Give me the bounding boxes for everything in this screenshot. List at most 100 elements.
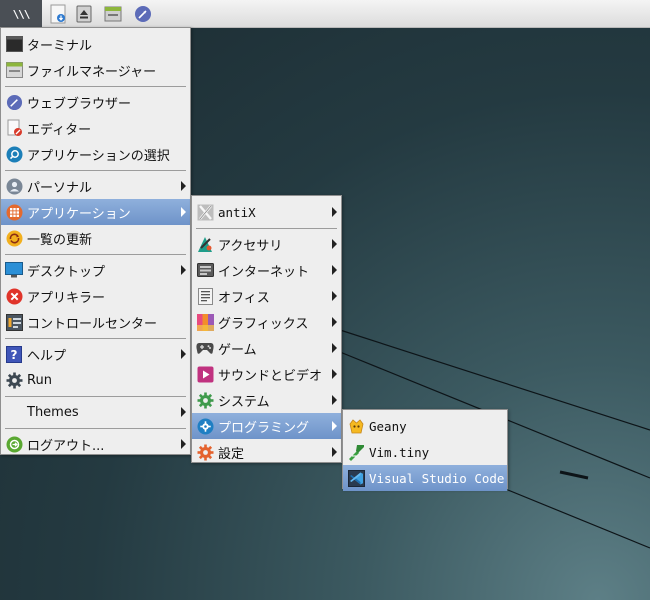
menu-item-themes[interactable]: Themes bbox=[1, 399, 190, 425]
menu-item-applications[interactable]: アプリケーション bbox=[1, 199, 190, 225]
menu-glyph: \\\ bbox=[12, 7, 31, 21]
menu-item-run[interactable]: Run bbox=[1, 367, 190, 393]
submenu-arrow-icon bbox=[332, 291, 337, 301]
menu-item-label: Visual Studio Code bbox=[369, 470, 505, 486]
taskbar: \\\ bbox=[0, 0, 650, 28]
help-icon: ? bbox=[5, 345, 23, 363]
multimedia-icon bbox=[196, 365, 214, 383]
window-icon bbox=[104, 6, 122, 22]
menu-item-accessories[interactable]: アクセサリ bbox=[192, 231, 341, 257]
menu-item-geany[interactable]: Geany bbox=[343, 413, 507, 439]
menu-item-label: プログラミング bbox=[218, 420, 310, 436]
menu-item-label: ゲーム bbox=[218, 342, 257, 358]
submenu-arrow-icon bbox=[332, 447, 337, 457]
menu-item-logout[interactable]: ログアウト... bbox=[1, 431, 190, 457]
menu-item-app-killer[interactable]: アプリキラー bbox=[1, 283, 190, 309]
terminal-icon bbox=[5, 35, 23, 53]
refresh-icon bbox=[5, 229, 23, 247]
menu-item-label: Run bbox=[27, 372, 52, 388]
submenu-arrow-icon bbox=[181, 349, 186, 359]
menu-item-label: エディター bbox=[27, 122, 92, 138]
menu-item-terminal[interactable]: ターミナル bbox=[1, 31, 190, 57]
personal-icon bbox=[5, 177, 23, 195]
submenu-arrow-icon bbox=[332, 395, 337, 405]
menu-item-editor[interactable]: エディター bbox=[1, 115, 190, 141]
menu-item-label: ウェブブラウザー bbox=[27, 96, 132, 112]
applications-submenu: antiX アクセサリ インターネット オフィス グラフィックス ゲーム サウン… bbox=[191, 195, 342, 463]
menu-item-control-centre[interactable]: コントロールセンター bbox=[1, 309, 190, 335]
menu-item-desktop[interactable]: デスクトップ bbox=[1, 257, 190, 283]
browser-icon bbox=[5, 93, 23, 111]
menu-item-personal[interactable]: パーソナル bbox=[1, 173, 190, 199]
editor-icon bbox=[5, 119, 23, 137]
file-manager-icon bbox=[5, 61, 23, 79]
menu-item-app-finder[interactable]: アプリケーションの選択 bbox=[1, 141, 190, 167]
logout-icon bbox=[5, 435, 23, 453]
app-killer-icon bbox=[5, 287, 23, 305]
svg-text:?: ? bbox=[11, 348, 18, 362]
menu-item-label: 一覧の更新 bbox=[27, 232, 93, 248]
file-manager-icon bbox=[50, 4, 66, 24]
programming-icon bbox=[196, 417, 214, 435]
menu-item-label: サウンドとビデオ bbox=[218, 368, 323, 384]
menu-item-file-manager[interactable]: ファイルマネージャー bbox=[1, 57, 190, 83]
menu-item-label: パーソナル bbox=[27, 180, 93, 196]
menu-item-refresh[interactable]: 一覧の更新 bbox=[1, 225, 190, 251]
submenu-arrow-icon bbox=[332, 317, 337, 327]
menu-item-label: ログアウト... bbox=[27, 438, 105, 454]
menu-item-label: アプリケーションの選択 bbox=[27, 148, 170, 164]
submenu-arrow-icon bbox=[332, 239, 337, 249]
menu-item-label: デスクトップ bbox=[27, 264, 106, 280]
menu-item-internet[interactable]: インターネット bbox=[192, 257, 341, 283]
menu-item-graphics[interactable]: グラフィックス bbox=[192, 309, 341, 335]
menu-button[interactable]: \\\ bbox=[0, 0, 42, 28]
app-finder-icon bbox=[5, 145, 23, 163]
file-manager-launcher[interactable] bbox=[46, 2, 70, 26]
vim-icon bbox=[347, 443, 365, 461]
menu-item-label: Themes bbox=[27, 404, 79, 420]
menu-item-programming[interactable]: プログラミング bbox=[192, 413, 341, 439]
menu-item-web-browser[interactable]: ウェブブラウザー bbox=[1, 89, 190, 115]
main-menu: ターミナル ファイルマネージャー ウェブブラウザー エディター アプリケーション… bbox=[0, 27, 191, 455]
internet-icon bbox=[196, 261, 214, 279]
menu-item-label: グラフィックス bbox=[218, 316, 309, 332]
submenu-arrow-icon bbox=[332, 369, 337, 379]
games-icon bbox=[196, 339, 214, 357]
submenu-arrow-icon bbox=[181, 207, 186, 217]
submenu-arrow-icon bbox=[332, 343, 337, 353]
geany-icon bbox=[347, 417, 365, 435]
eject-launcher[interactable] bbox=[72, 2, 96, 26]
submenu-arrow-icon bbox=[332, 421, 337, 431]
menu-item-office[interactable]: オフィス bbox=[192, 283, 341, 309]
submenu-arrow-icon bbox=[181, 265, 186, 275]
menu-item-games[interactable]: ゲーム bbox=[192, 335, 341, 361]
menu-item-label: オフィス bbox=[218, 290, 270, 306]
system-icon bbox=[196, 391, 214, 409]
browser-icon bbox=[135, 6, 151, 22]
menu-item-antix[interactable]: antiX bbox=[192, 199, 341, 225]
desktop-icon bbox=[5, 261, 23, 279]
menu-item-settings[interactable]: 設定 bbox=[192, 439, 341, 465]
gear-icon bbox=[5, 371, 23, 389]
submenu-arrow-icon bbox=[181, 181, 186, 191]
menu-item-label: Vim.tiny bbox=[369, 444, 430, 460]
menu-item-vim[interactable]: Vim.tiny bbox=[343, 439, 507, 465]
submenu-arrow-icon bbox=[332, 265, 337, 275]
submenu-arrow-icon bbox=[181, 439, 186, 449]
window-launcher[interactable] bbox=[101, 2, 125, 26]
menu-item-system[interactable]: システム bbox=[192, 387, 341, 413]
menu-item-label: ターミナル bbox=[27, 38, 93, 54]
menu-item-multimedia[interactable]: サウンドとビデオ bbox=[192, 361, 341, 387]
menu-item-label: アプリキラー bbox=[27, 290, 106, 306]
menu-item-vscode[interactable]: Visual Studio Code bbox=[343, 465, 507, 491]
settings-icon bbox=[196, 443, 214, 461]
menu-item-label: ヘルプ bbox=[27, 348, 67, 364]
browser-launcher[interactable] bbox=[131, 2, 155, 26]
menu-item-label: ファイルマネージャー bbox=[27, 64, 157, 80]
menu-item-help[interactable]: ? ヘルプ bbox=[1, 341, 190, 367]
menu-item-label: アプリケーション bbox=[27, 206, 131, 222]
submenu-arrow-icon bbox=[332, 207, 337, 217]
vscode-icon bbox=[347, 469, 365, 487]
graphics-icon bbox=[196, 313, 214, 331]
eject-icon bbox=[76, 5, 92, 23]
